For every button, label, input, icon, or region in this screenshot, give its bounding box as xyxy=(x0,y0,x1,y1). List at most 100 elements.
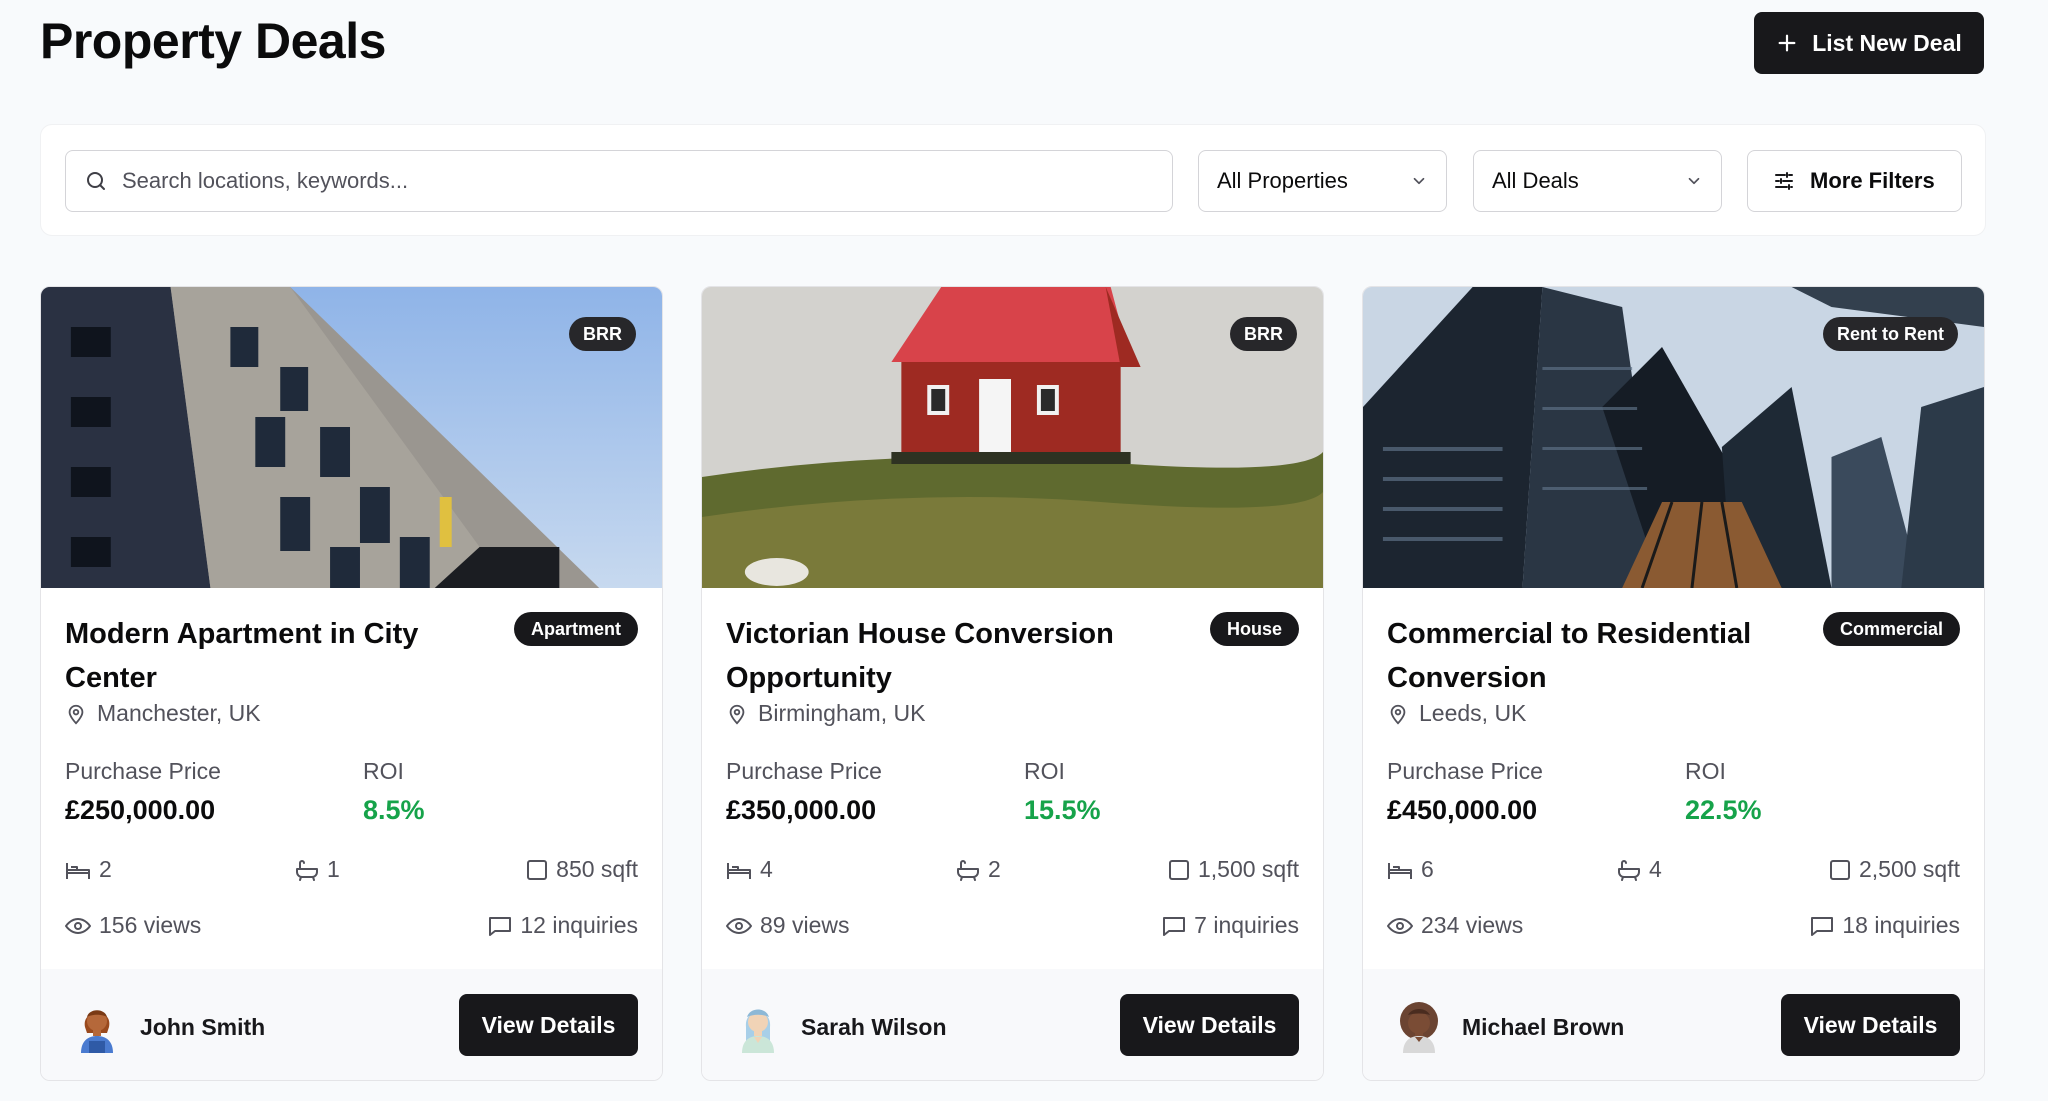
location: Birmingham, UK xyxy=(726,700,925,727)
search-icon xyxy=(84,169,108,193)
search-box[interactable] xyxy=(65,150,1173,212)
page-header: Property Deals List New Deal xyxy=(40,12,1984,76)
page-title: Property Deals xyxy=(40,13,386,69)
bedrooms-count: 6 xyxy=(1421,856,1434,882)
sliders-icon xyxy=(1772,169,1796,193)
purchase-price: £250,000.00 xyxy=(65,795,216,825)
purchase-price: £350,000.00 xyxy=(726,795,877,825)
price-label: Purchase Price xyxy=(1387,758,1543,784)
inquiry-count-text: 7 inquiries xyxy=(1194,912,1299,938)
agent-name[interactable]: Michael Brown xyxy=(1462,1014,1624,1041)
more-filters-button[interactable]: More Filters xyxy=(1747,150,1962,212)
bathrooms-count: 1 xyxy=(327,856,340,882)
card-footer: Sarah Wilson View Details xyxy=(702,969,1323,1080)
bedrooms-count: 4 xyxy=(760,856,773,882)
card-footer: John Smith View Details xyxy=(41,969,662,1080)
plus-icon xyxy=(1776,32,1798,54)
agent-name[interactable]: John Smith xyxy=(140,1014,265,1041)
message-square-icon xyxy=(488,915,512,937)
roi-label: ROI xyxy=(1024,758,1065,784)
deal-type-badge: BRR xyxy=(1230,317,1297,351)
bed-icon xyxy=(726,859,752,881)
map-pin-icon xyxy=(1387,703,1409,725)
chevron-down-icon xyxy=(1685,172,1703,190)
map-pin-icon xyxy=(65,703,87,725)
property-type-select-value: All Properties xyxy=(1217,168,1348,193)
bathrooms-count: 4 xyxy=(1649,856,1662,882)
bathrooms-count: 2 xyxy=(988,856,1001,882)
view-details-button[interactable]: View Details xyxy=(459,994,638,1056)
property-type-badge: House xyxy=(1209,612,1299,646)
card-title[interactable]: Victorian House Conversion Opportunity xyxy=(726,612,1156,700)
view-details-button[interactable]: View Details xyxy=(1781,994,1960,1056)
roi-label: ROI xyxy=(363,758,404,784)
view-count-text: 89 views xyxy=(760,912,850,938)
apartment-building-photo: BRR xyxy=(41,287,662,588)
property-type-badge: Commercial xyxy=(1822,612,1960,646)
bedrooms-count: 2 xyxy=(99,856,112,882)
bath-icon xyxy=(1617,859,1641,881)
deal-type-select[interactable]: All Deals xyxy=(1473,150,1722,212)
roi-value: 15.5% xyxy=(1024,795,1101,825)
inquiry-count: 18 inquiries xyxy=(1810,912,1960,939)
agent-name[interactable]: Sarah Wilson xyxy=(801,1014,947,1041)
price-label: Purchase Price xyxy=(65,758,221,784)
purchase-price: £450,000.00 xyxy=(1387,795,1538,825)
square-icon xyxy=(526,859,548,881)
view-count-text: 234 views xyxy=(1421,912,1524,938)
inquiry-count-text: 12 inquiries xyxy=(520,912,638,938)
floor-area-value: 2,500 sqft xyxy=(1858,856,1960,882)
roi-value: 22.5% xyxy=(1685,795,1762,825)
deal-type-select-value: All Deals xyxy=(1492,168,1579,193)
location: Leeds, UK xyxy=(1387,700,1526,727)
card-title[interactable]: Modern Apartment in City Center xyxy=(65,612,495,700)
property-type-badge: Apartment xyxy=(513,612,638,646)
avatar xyxy=(69,997,125,1053)
bath-icon xyxy=(295,859,319,881)
location-text: Birmingham, UK xyxy=(758,700,926,726)
square-icon xyxy=(1829,859,1851,881)
list-new-deal-button[interactable]: List New Deal xyxy=(1754,12,1984,74)
bed-icon xyxy=(65,859,91,881)
deal-card[interactable]: BRR Modern Apartment in City Center Apar… xyxy=(40,286,663,1081)
message-square-icon xyxy=(1810,915,1834,937)
filter-bar: All Properties All Deals More Filters xyxy=(40,124,1986,236)
deal-card[interactable]: Rent to Rent Commercial to Residential C… xyxy=(1362,286,1985,1081)
deal-type-badge: BRR xyxy=(569,317,636,351)
roi-value: 8.5% xyxy=(363,795,425,825)
inquiry-count-text: 18 inquiries xyxy=(1842,912,1960,938)
floor-area: 1,500 sqft xyxy=(1168,856,1299,883)
bedrooms: 4 xyxy=(726,856,773,883)
view-count-text: 156 views xyxy=(99,912,202,938)
message-square-icon xyxy=(1162,915,1186,937)
floor-area-value: 1,500 sqft xyxy=(1197,856,1299,882)
card-title[interactable]: Commercial to Residential Conversion xyxy=(1387,612,1817,700)
location: Manchester, UK xyxy=(65,700,261,727)
eye-icon xyxy=(1387,915,1413,937)
floor-area: 850 sqft xyxy=(526,856,638,883)
eye-icon xyxy=(65,915,91,937)
price-label: Purchase Price xyxy=(726,758,882,784)
view-details-button[interactable]: View Details xyxy=(1120,994,1299,1056)
bathrooms: 4 xyxy=(1617,856,1662,883)
red-house-on-hill-photo: BRR xyxy=(702,287,1323,588)
inquiry-count: 12 inquiries xyxy=(488,912,638,939)
more-filters-label: More Filters xyxy=(1810,168,1935,193)
location-text: Manchester, UK xyxy=(97,700,261,726)
floor-area: 2,500 sqft xyxy=(1829,856,1960,883)
view-count: 89 views xyxy=(726,912,849,939)
eye-icon xyxy=(726,915,752,937)
map-pin-icon xyxy=(726,703,748,725)
list-new-deal-label: List New Deal xyxy=(1812,29,1962,56)
search-input[interactable] xyxy=(122,168,1082,194)
chevron-down-icon xyxy=(1410,172,1428,190)
deal-card[interactable]: BRR Victorian House Conversion Opportuni… xyxy=(701,286,1324,1081)
avatar xyxy=(730,997,786,1053)
card-footer: Michael Brown View Details xyxy=(1363,969,1984,1080)
property-type-select[interactable]: All Properties xyxy=(1198,150,1447,212)
inquiry-count: 7 inquiries xyxy=(1162,912,1299,939)
deal-type-badge: Rent to Rent xyxy=(1823,317,1958,351)
bedrooms: 2 xyxy=(65,856,112,883)
bed-icon xyxy=(1387,859,1413,881)
view-count: 156 views xyxy=(65,912,201,939)
